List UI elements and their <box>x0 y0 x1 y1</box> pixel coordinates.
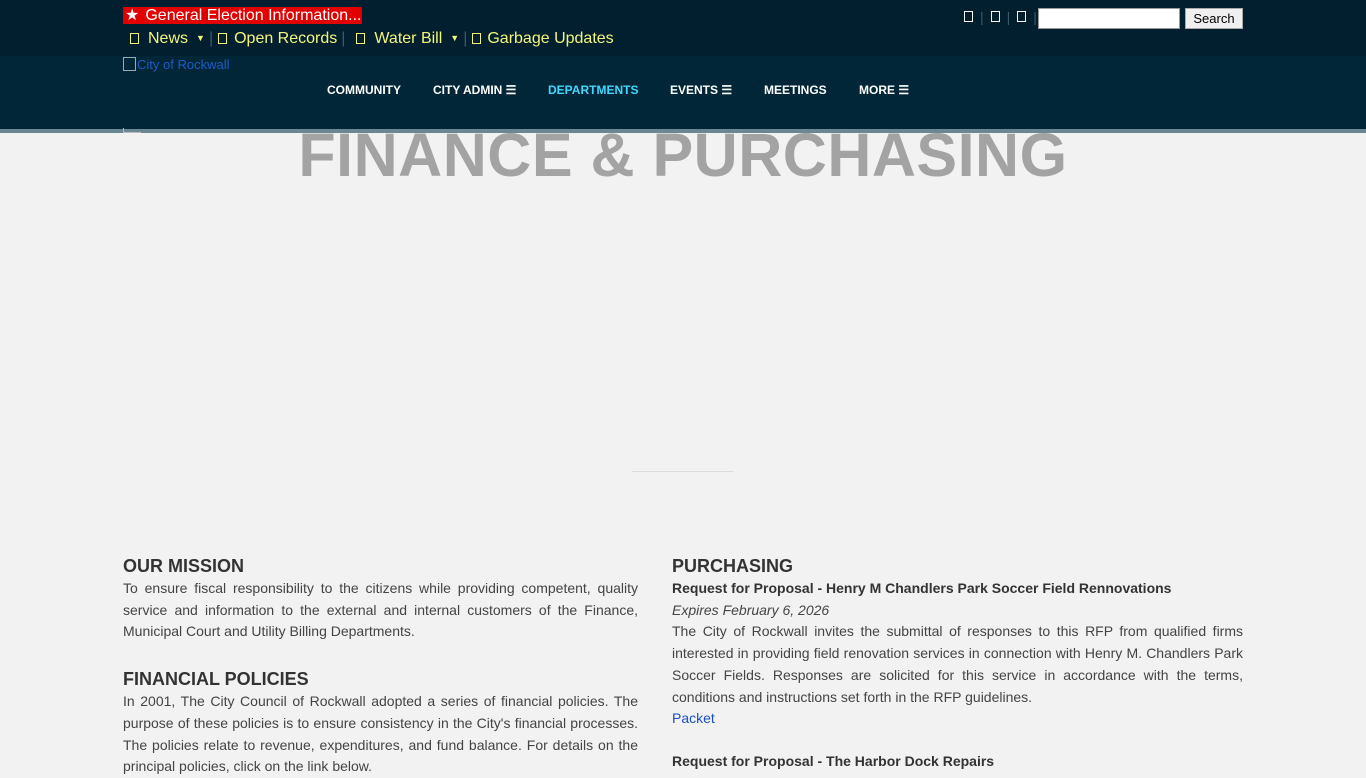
financial-policies-text: In 2001, The City Council of Rockwall ad… <box>123 693 638 775</box>
nav-item-community[interactable]: COMMUNITY <box>327 83 401 97</box>
election-alert-link[interactable]: ★ General Election Information... <box>123 7 363 24</box>
mission-text: To ensure fiscal responsibility to the c… <box>123 580 638 640</box>
separator: | <box>1006 8 1011 25</box>
translate-icon[interactable] <box>964 11 973 23</box>
quicklink-label: Open Records <box>234 30 338 47</box>
rfp-packet-link[interactable]: Packet <box>672 708 1243 730</box>
separator: | <box>463 30 468 47</box>
utility-icons: | | | <box>960 8 1040 30</box>
search-input[interactable] <box>1038 8 1180 29</box>
rfp-title: Request for Proposal - Henry M Chandlers… <box>672 580 1172 596</box>
content-right-column: PURCHASING Request for Proposal - Henry … <box>672 554 1243 773</box>
quicklink-water-bill[interactable]: Water Bill ▼ <box>349 27 459 50</box>
nav-item-more[interactable]: MORE ☰ <box>859 83 909 97</box>
alert-label: General Election Information... <box>145 7 362 24</box>
quicklink-news[interactable]: News ▼ <box>123 27 205 50</box>
water-drop-icon <box>356 33 366 44</box>
rfp-title: Request for Proposal - The Harbor Dock R… <box>672 752 995 769</box>
quicklinks-bar: News ▼ | Open Records | Water Bill ▼ | Garbage U… <box>123 27 614 49</box>
logo-alt-text: City of Rockwall <box>137 57 230 72</box>
font-size-icon[interactable] <box>1017 11 1027 23</box>
nav-item-departments[interactable]: DEPARTMENTS <box>548 83 638 97</box>
nav-item-meetings[interactable]: MEETINGS <box>764 83 827 97</box>
star-icon: ★ <box>125 7 140 24</box>
quicklink-label: Garbage Updates <box>487 30 614 47</box>
separator: | <box>980 8 984 25</box>
content-left-column: OUR MISSION To ensure fiscal responsibil… <box>123 554 638 778</box>
accessibility-icon[interactable] <box>990 11 1000 23</box>
nav-item-city-admin[interactable]: CITY ADMIN ☰ <box>433 83 516 97</box>
top-utility-bar: ★ General Election Information... News ▼ | O… <box>0 0 1366 56</box>
city-logo[interactable]: City of Rockwall <box>123 57 229 73</box>
mission-heading: OUR MISSION <box>123 556 245 576</box>
dropdown-caret-icon: ▼ <box>196 33 205 43</box>
divider <box>632 471 733 472</box>
quicklink-label: Water Bill <box>374 30 443 47</box>
trash-icon <box>472 33 482 44</box>
financial-policies-heading: FINANCIAL POLICIES <box>123 669 309 690</box>
quicklink-open-records[interactable]: Open Records <box>217 28 337 50</box>
purchasing-heading: PURCHASING <box>672 556 794 576</box>
search-button[interactable]: Search <box>1185 8 1243 29</box>
page-title: FINANCE & PURCHASING <box>298 121 1068 189</box>
quicklink-label: News <box>148 30 189 47</box>
dropdown-caret-icon: ▼ <box>450 33 460 43</box>
nav-item-events[interactable]: EVENTS ☰ <box>670 83 732 97</box>
document-icon <box>218 33 228 44</box>
separator: | <box>1033 8 1037 25</box>
separator: | <box>341 30 346 47</box>
broken-image-icon <box>123 57 136 71</box>
quicklink-garbage-updates[interactable]: Garbage Updates <box>471 28 614 50</box>
rfp-expiration: Expires February 6, 2026 <box>672 601 830 618</box>
newspaper-icon <box>130 33 139 44</box>
rfp-description: The City of Rockwall invites the submitt… <box>672 623 1243 705</box>
separator: | <box>208 30 214 47</box>
